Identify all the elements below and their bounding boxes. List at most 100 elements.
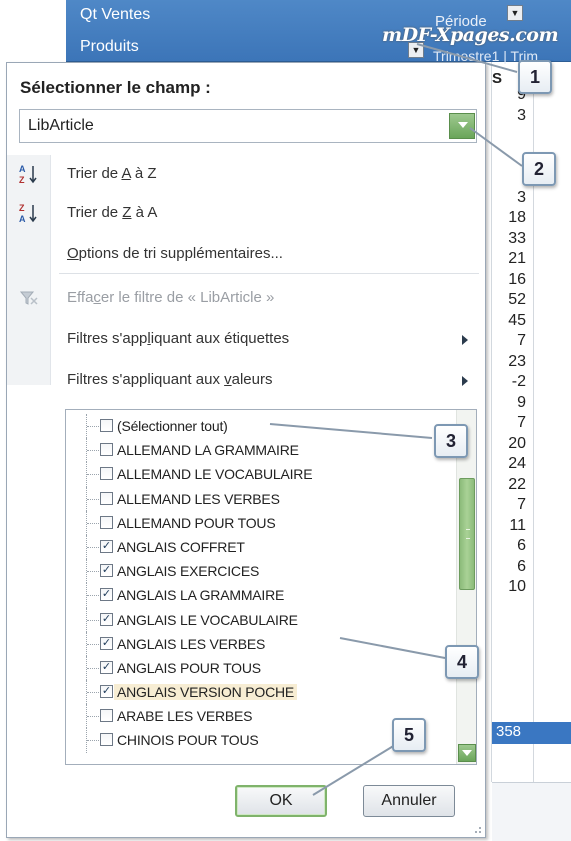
tree-line bbox=[87, 740, 99, 742]
list-item[interactable]: ✓ ANGLAIS LES VERBES bbox=[66, 631, 436, 656]
tree-line bbox=[87, 595, 99, 597]
callout-badge-5: 5 bbox=[392, 718, 426, 752]
item-label: ANGLAIS EXERCICES bbox=[117, 563, 260, 580]
value-cell[interactable]: 9 bbox=[492, 393, 532, 414]
list-item[interactable]: ✓ ANGLAIS LE VOCABULAIRE bbox=[66, 607, 436, 632]
item-label: ARABE LES VERBES bbox=[117, 708, 253, 725]
tree-line bbox=[87, 474, 99, 476]
list-item[interactable]: CHINOIS POUR TOUS bbox=[66, 728, 436, 753]
item-checkbox[interactable]: ✓ bbox=[100, 588, 113, 602]
value-cell[interactable]: 33 bbox=[492, 229, 532, 250]
tree-line bbox=[87, 619, 99, 621]
resize-grip-icon[interactable] bbox=[472, 824, 482, 834]
list-item[interactable]: (Sélectionner tout) bbox=[66, 414, 436, 439]
tree-line bbox=[87, 716, 99, 718]
item-label: ALLEMAND LE VOCABULAIRE bbox=[117, 466, 313, 483]
svg-text:Z: Z bbox=[19, 175, 25, 185]
item-checkbox[interactable]: ✓ bbox=[100, 612, 113, 626]
value-cell[interactable]: 23 bbox=[492, 352, 532, 373]
item-label: ANGLAIS LA GRAMMAIRE bbox=[117, 587, 285, 604]
value-cell[interactable]: 6 bbox=[492, 536, 532, 557]
list-item[interactable]: ✓ ANGLAIS EXERCICES bbox=[66, 559, 436, 584]
item-checkbox[interactable] bbox=[100, 709, 113, 723]
callout-badge-1: 1 bbox=[518, 60, 552, 94]
item-checkbox[interactable]: ✓ bbox=[100, 660, 113, 674]
value-cell[interactable]: 10 bbox=[492, 577, 532, 598]
value-cell[interactable]: 52 bbox=[492, 290, 532, 311]
item-checkbox[interactable]: ✓ bbox=[100, 685, 113, 699]
clear-filter[interactable]: Effacer le filtre de « LibArticle » bbox=[67, 289, 274, 306]
svg-text:Z: Z bbox=[19, 203, 25, 213]
value-cell[interactable]: 45 bbox=[492, 311, 532, 332]
value-cell[interactable]: 7 bbox=[492, 413, 532, 434]
list-item[interactable]: ALLEMAND LE VOCABULAIRE bbox=[66, 462, 436, 487]
item-checkbox[interactable] bbox=[100, 491, 113, 505]
list-item[interactable]: ALLEMAND POUR TOUS bbox=[66, 510, 436, 535]
item-checkbox[interactable]: ✓ bbox=[100, 636, 113, 650]
list-item[interactable]: ✓ ANGLAIS COFFRET bbox=[66, 534, 436, 560]
value-cell[interactable]: 18 bbox=[492, 208, 532, 229]
item-checkbox[interactable]: ✓ bbox=[100, 539, 113, 553]
list-item[interactable]: ARABE LES VERBES bbox=[66, 704, 436, 729]
value-cell[interactable]: 11 bbox=[492, 516, 532, 537]
item-label: (Sélectionner tout) bbox=[117, 418, 228, 434]
chevron-right-icon bbox=[462, 376, 468, 386]
item-label: ANGLAIS LES VERBES bbox=[117, 635, 266, 652]
item-checkbox[interactable] bbox=[100, 467, 113, 481]
value-cell[interactable]: 16 bbox=[492, 270, 532, 291]
item-label: ALLEMAND LA GRAMMAIRE bbox=[117, 442, 299, 459]
list-scrollbar[interactable] bbox=[456, 410, 476, 764]
callout-badge-2: 2 bbox=[522, 152, 556, 186]
tree-line bbox=[87, 692, 99, 694]
sort-a-to-z[interactable]: Trier de A à Z bbox=[67, 165, 157, 182]
value-cell[interactable]: 22 bbox=[492, 475, 532, 496]
item-label: ANGLAIS LE VOCABULAIRE bbox=[117, 611, 298, 628]
label-filters[interactable]: Filtres s'appliquant aux étiquettes bbox=[67, 330, 289, 347]
item-checkbox[interactable] bbox=[100, 733, 113, 747]
value-cell[interactable]: 20 bbox=[492, 434, 532, 455]
item-checkbox[interactable] bbox=[100, 515, 113, 529]
list-item[interactable]: ALLEMAND LA GRAMMAIRE bbox=[66, 438, 436, 463]
watermark: mDF-Xpages.com bbox=[382, 24, 559, 46]
periode-filter-dropdown[interactable]: ▼ bbox=[507, 5, 523, 21]
item-checkbox-rows: (Sélectionner tout) ALLEMAND LA GRAMMAIRE… bbox=[66, 414, 436, 753]
value-filters[interactable]: Filtres s'appliquant aux valeurs bbox=[67, 371, 272, 388]
item-checkbox[interactable] bbox=[100, 443, 113, 457]
value-cell[interactable]: 24 bbox=[492, 454, 532, 475]
sort-ascending-icon: A Z bbox=[19, 164, 37, 185]
list-item[interactable]: ✓ ANGLAIS LA GRAMMAIRE bbox=[66, 583, 436, 608]
tree-line bbox=[87, 571, 99, 573]
chevron-right-icon bbox=[462, 335, 468, 345]
tree-line bbox=[87, 450, 99, 452]
cancel-button[interactable]: Annuler bbox=[363, 785, 455, 817]
item-label: ANGLAIS VERSION POCHE bbox=[114, 684, 298, 701]
ok-button[interactable]: OK bbox=[235, 785, 327, 817]
callout-badge-3: 3 bbox=[434, 424, 468, 458]
value-cell[interactable]: 7 bbox=[492, 495, 532, 516]
sort-z-to-a[interactable]: Trier de Z à A bbox=[67, 204, 157, 221]
tree-line bbox=[87, 667, 99, 669]
item-checkbox[interactable]: ✓ bbox=[100, 564, 113, 578]
value-cell[interactable]: 3 bbox=[492, 188, 532, 209]
field-select-value: LibArticle bbox=[28, 117, 94, 134]
value-cell[interactable]: 21 bbox=[492, 249, 532, 270]
scrollbar-grip bbox=[466, 529, 470, 539]
scrollbar-thumb[interactable] bbox=[459, 478, 475, 590]
field-select[interactable]: LibArticle bbox=[19, 109, 477, 143]
panel-title: Sélectionner le champ : bbox=[20, 78, 211, 97]
list-item[interactable]: ✓ ANGLAIS VERSION POCHE bbox=[66, 680, 436, 705]
value-cell[interactable]: 6 bbox=[492, 557, 532, 578]
list-item[interactable]: ✓ ANGLAIS POUR TOUS bbox=[66, 655, 436, 681]
value-cell[interactable]: -2 bbox=[492, 372, 532, 393]
item-checkbox-list[interactable]: (Sélectionner tout) ALLEMAND LA GRAMMAIRE… bbox=[65, 409, 477, 765]
list-item[interactable]: ALLEMAND LES VERBES bbox=[66, 486, 436, 511]
value-cell[interactable]: 7 bbox=[492, 331, 532, 352]
item-checkbox[interactable] bbox=[100, 419, 113, 432]
more-sort-options[interactable]: Options de tri supplémentaires... bbox=[67, 245, 283, 262]
tree-line bbox=[87, 498, 99, 500]
tree-line bbox=[87, 546, 99, 548]
value-cell[interactable] bbox=[492, 126, 532, 147]
scroll-down-button[interactable] bbox=[458, 744, 476, 762]
field-select-dropdown-button[interactable] bbox=[449, 113, 475, 139]
value-cell[interactable]: 3 bbox=[492, 106, 532, 127]
